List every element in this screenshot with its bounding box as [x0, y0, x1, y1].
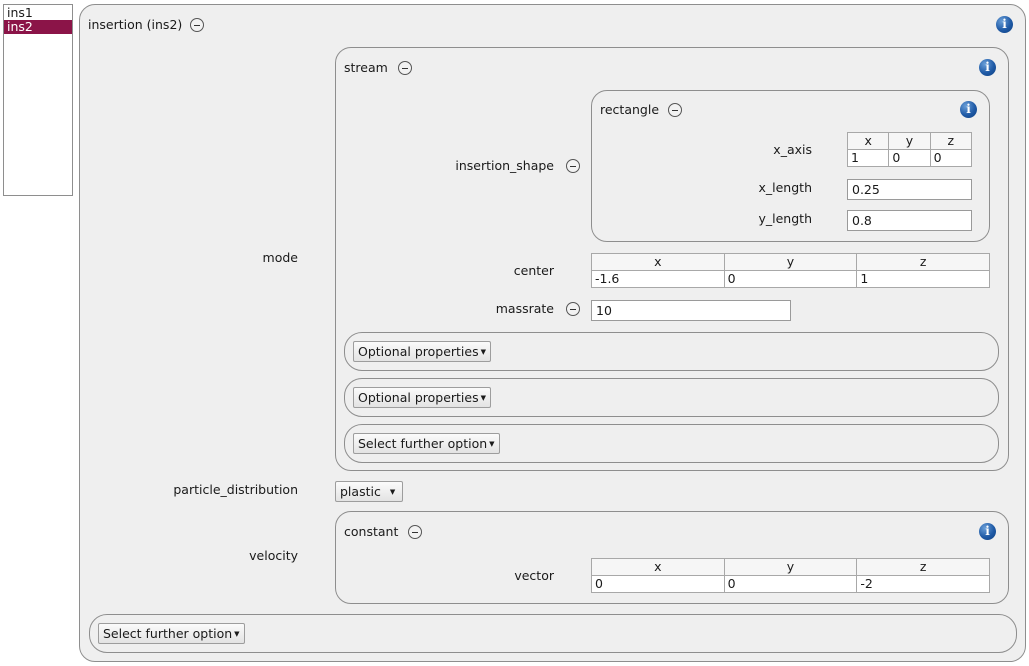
stream-info-icon[interactable]: i	[979, 59, 996, 76]
constant-info-icon[interactable]: i	[979, 523, 996, 540]
vector-label: vector	[514, 568, 554, 583]
vector-header-z: z	[856, 558, 990, 576]
chevron-down-icon: ▼	[234, 630, 240, 638]
x-length-input[interactable]: 0.25	[847, 179, 972, 200]
stream-panel: stream i insertion_shape rectangle i x_a…	[335, 47, 1009, 471]
insertion-remove-icon[interactable]	[190, 18, 204, 32]
insertion-select-further-option-button[interactable]: Select further option ▼	[98, 623, 245, 644]
insertion-further-option-box: Select further option ▼	[89, 614, 1017, 653]
x-axis-value-x[interactable]: 1	[846, 149, 890, 167]
insertion-shape-label: insertion_shape	[455, 158, 554, 173]
stream-select-further-option-button[interactable]: Select further option ▼	[353, 433, 500, 454]
y-length-input[interactable]: 0.8	[847, 210, 972, 231]
vector-value-z[interactable]: -2	[856, 575, 990, 593]
x-axis-header-x: x	[846, 132, 890, 150]
stream-remove-icon[interactable]	[398, 61, 412, 75]
vector-table: x y z 0 0 -2	[591, 558, 990, 593]
velocity-label: velocity	[249, 548, 298, 563]
stream-title: stream	[344, 60, 388, 75]
center-label: center	[513, 263, 554, 278]
x-length-label: x_length	[758, 180, 813, 195]
chevron-down-icon: ▼	[480, 394, 487, 402]
insertion-info-icon[interactable]: i	[996, 16, 1013, 33]
particle-distribution-select[interactable]: plastic ▼	[335, 481, 403, 502]
massrate-remove-icon[interactable]	[566, 302, 580, 316]
center-header-z: z	[856, 253, 990, 271]
center-header-x: x	[591, 253, 725, 271]
vector-value-y[interactable]: 0	[723, 575, 858, 593]
rectangle-info-icon[interactable]: i	[960, 101, 977, 118]
massrate-label: massrate	[495, 301, 554, 316]
velocity-constant-panel: constant i vector x y z 0 0 -2	[335, 511, 1009, 604]
center-table: x y z -1.6 0 1	[591, 253, 990, 288]
constant-remove-icon[interactable]	[408, 525, 422, 539]
chevron-down-icon: ▼	[389, 488, 396, 496]
rectangle-title: rectangle	[600, 102, 660, 117]
chevron-down-icon: ▼	[489, 440, 495, 448]
mode-label: mode	[262, 250, 298, 265]
x-axis-header-z: z	[929, 132, 973, 150]
y-length-label: y_length	[758, 211, 813, 226]
insertion-panel: insertion (ins2) i mode particle_distrib…	[79, 4, 1026, 662]
x-axis-table: x y z 1 0 0	[846, 132, 973, 167]
center-header-y: y	[723, 253, 858, 271]
x-axis-value-y[interactable]: 0	[888, 149, 931, 167]
center-value-z[interactable]: 1	[856, 270, 990, 288]
constant-title: constant	[344, 524, 399, 539]
rectangle-panel: rectangle i x_axis x y z 1 0 0 x_length …	[591, 90, 990, 242]
insertion-list-item-ins1[interactable]: ins1	[4, 6, 72, 20]
center-value-y[interactable]: 0	[723, 270, 858, 288]
insertion-list[interactable]: ins1 ins2	[3, 4, 73, 196]
rectangle-remove-icon[interactable]	[668, 103, 682, 117]
x-axis-label: x_axis	[773, 142, 812, 157]
x-axis-value-z[interactable]: 0	[929, 149, 973, 167]
massrate-input[interactable]: 10	[591, 300, 791, 321]
center-value-x[interactable]: -1.6	[591, 270, 725, 288]
stream-further-option-box: Select further option ▼	[344, 424, 999, 463]
chevron-down-icon: ▼	[480, 348, 487, 356]
particle-distribution-label: particle_distribution	[173, 482, 298, 497]
optional-properties-box-1: Optional properties ▼	[344, 332, 999, 371]
optional-properties-button-1[interactable]: Optional properties ▼	[353, 341, 492, 362]
vector-header-x: x	[591, 558, 725, 576]
vector-value-x[interactable]: 0	[591, 575, 725, 593]
insertion-list-item-ins2[interactable]: ins2	[4, 20, 72, 34]
optional-properties-box-2: Optional properties ▼	[344, 378, 999, 417]
optional-properties-button-2[interactable]: Optional properties ▼	[353, 387, 492, 408]
insertion-title: insertion (ins2)	[88, 17, 183, 32]
vector-header-y: y	[723, 558, 858, 576]
insertion-shape-remove-icon[interactable]	[566, 159, 580, 173]
x-axis-header-y: y	[888, 132, 931, 150]
